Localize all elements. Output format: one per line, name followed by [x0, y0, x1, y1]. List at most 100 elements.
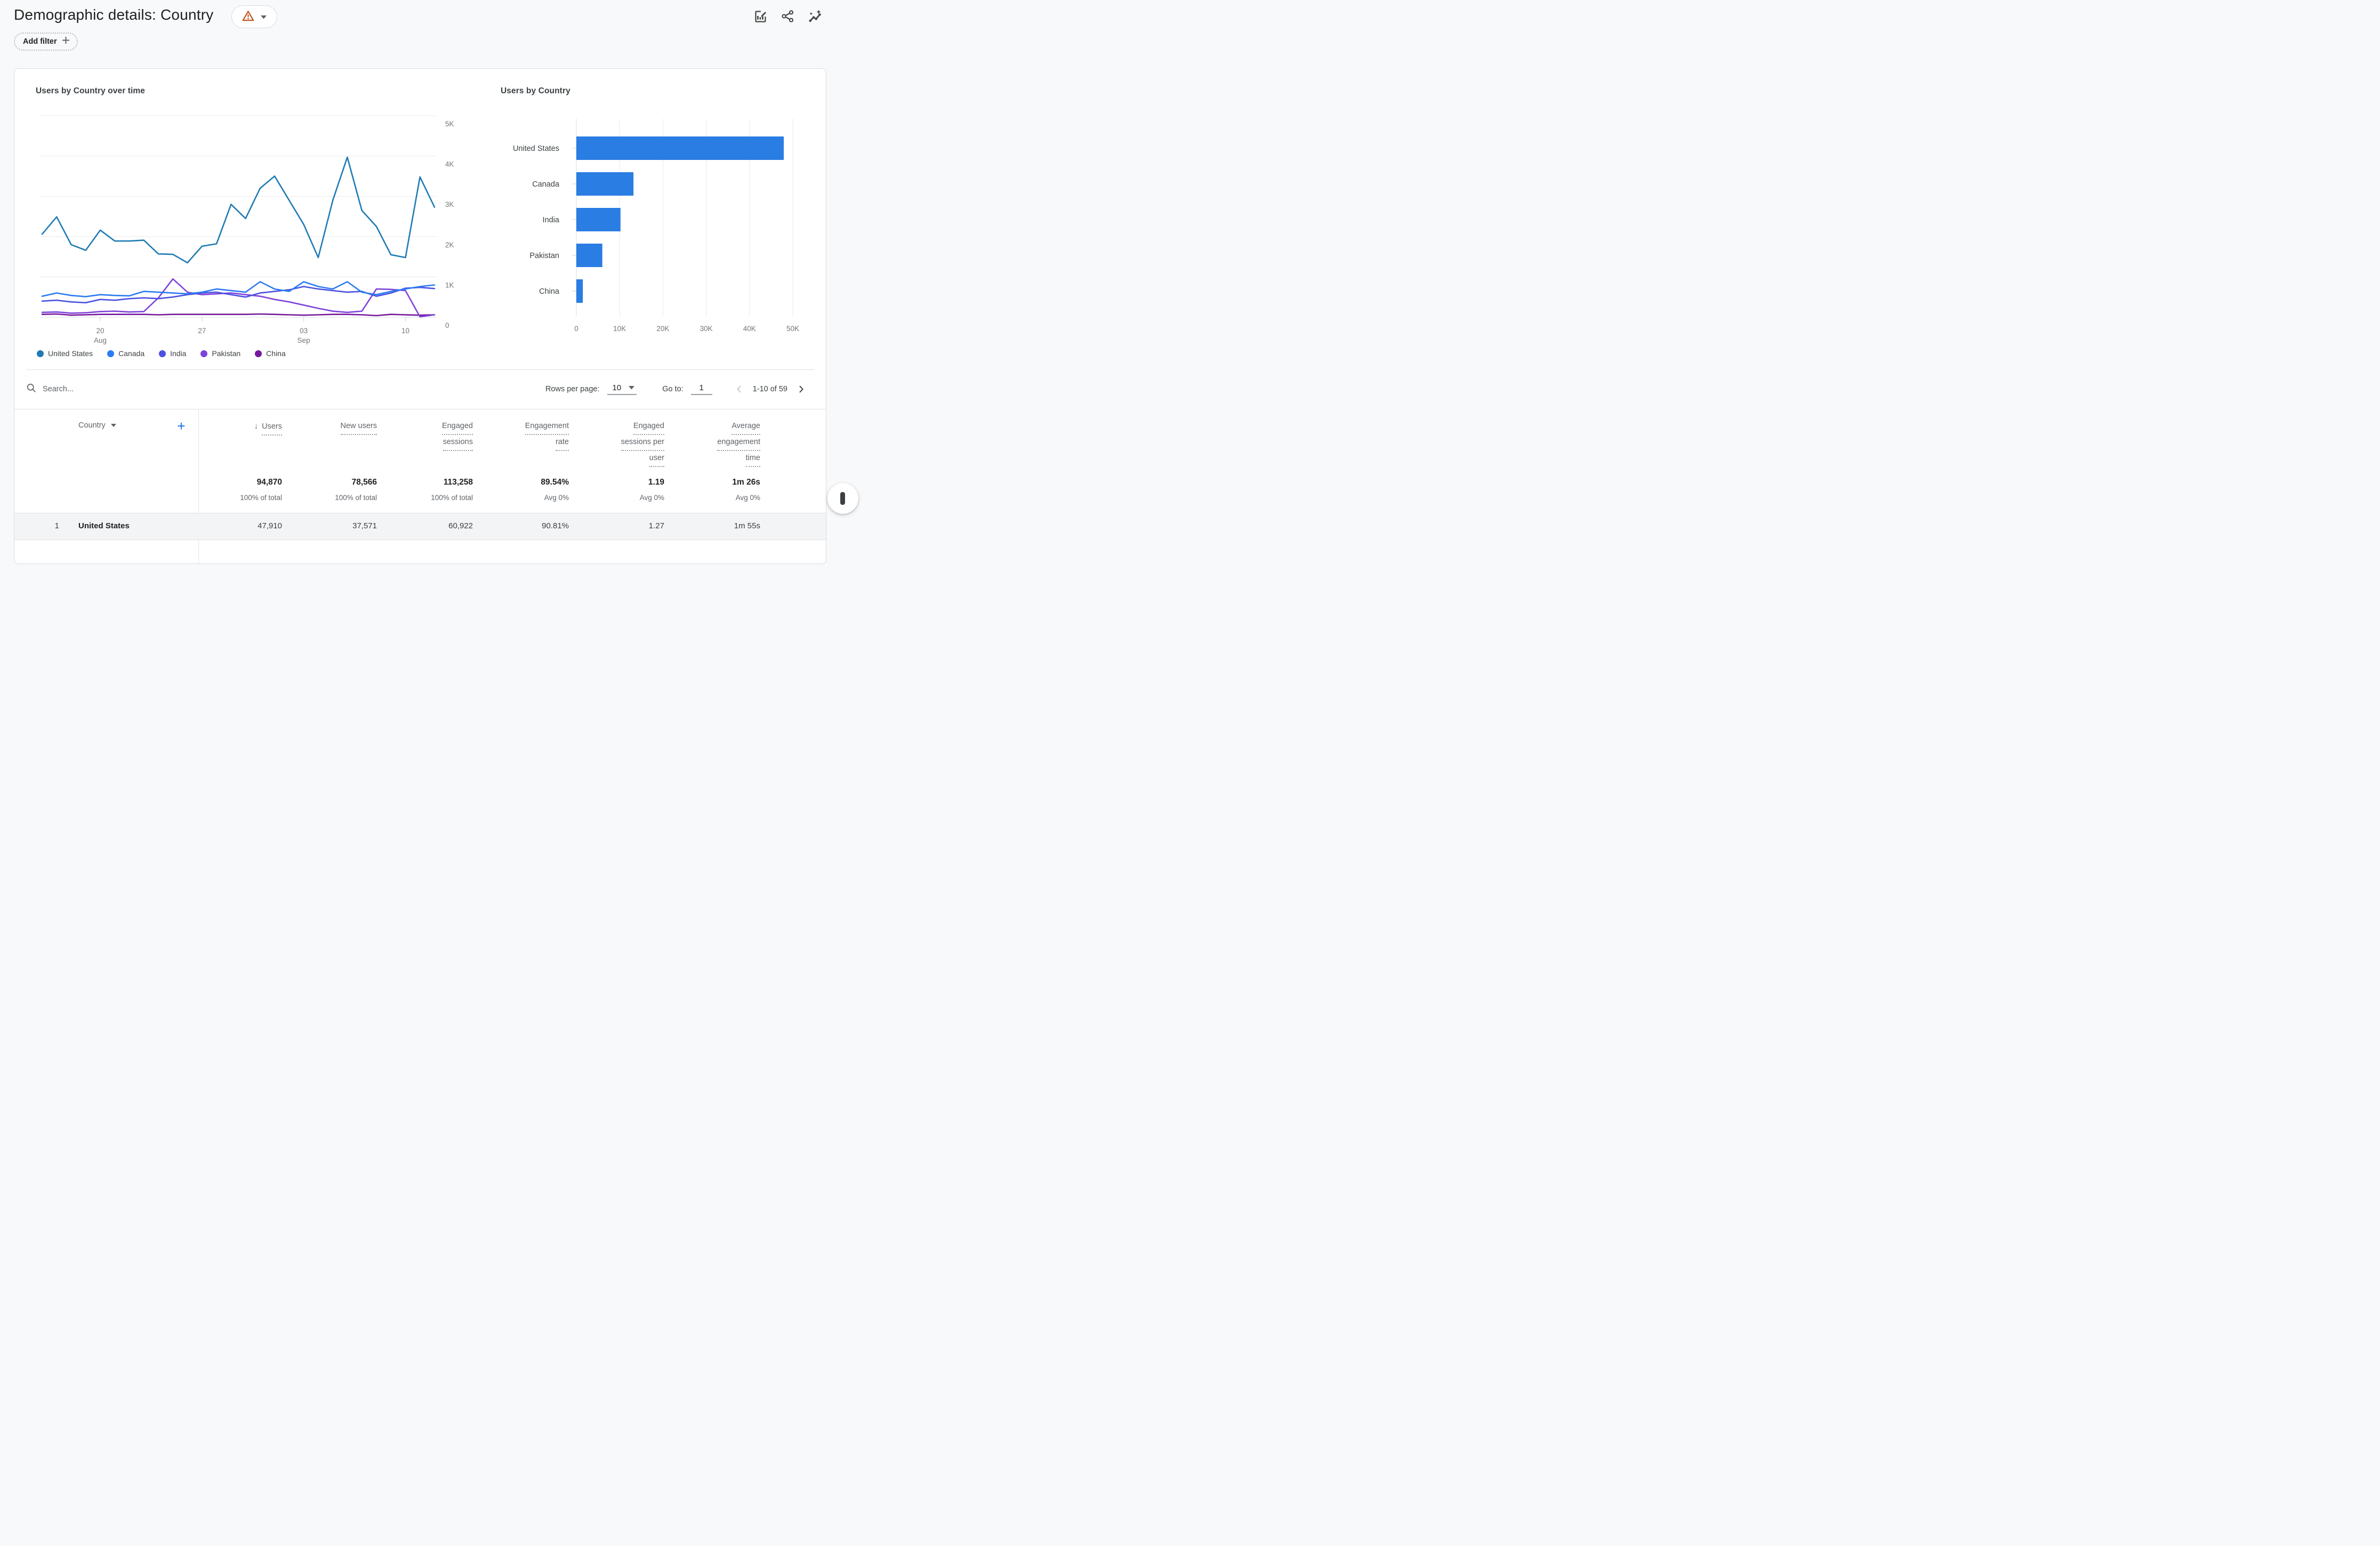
column-header-line: Engagement	[525, 419, 569, 435]
totals-value: 1.19	[574, 478, 664, 487]
svg-text:40K: 40K	[743, 325, 756, 333]
totals-value: 94,870	[191, 478, 282, 487]
totals-subtext: 100% of total	[286, 494, 377, 502]
row-metric-value: 60,922	[382, 521, 473, 530]
svg-text:China: China	[539, 287, 560, 296]
column-header-new-users[interactable]: New users	[286, 419, 377, 435]
column-header-line: engagement	[717, 435, 760, 451]
legend-item: China	[255, 349, 286, 358]
chevron-down-icon	[261, 12, 267, 22]
bar-india	[576, 208, 621, 231]
column-header-line: sessions per	[621, 435, 664, 451]
rows-per-page-select[interactable]: 10	[607, 383, 637, 395]
dimension-header-country[interactable]: Country	[78, 421, 116, 430]
svg-text:0: 0	[574, 325, 578, 333]
row-metric-value: 1.27	[574, 521, 664, 530]
column-header-line: rate	[556, 435, 569, 451]
totals-value: 113,258	[382, 478, 473, 487]
svg-text:4K: 4K	[445, 160, 454, 168]
svg-text:20K: 20K	[656, 325, 669, 333]
insights-fab[interactable]	[827, 483, 858, 514]
totals-value: 78,566	[286, 478, 377, 487]
totals-subtext: 100% of total	[382, 494, 473, 502]
column-header-line: time	[746, 451, 760, 467]
chevron-down-icon	[629, 386, 634, 390]
legend-label: China	[266, 349, 286, 358]
plus-icon	[62, 36, 70, 47]
customize-report-icon[interactable]	[753, 9, 768, 23]
column-header-engagement-rate[interactable]: Engagementrate	[478, 419, 569, 451]
legend-label: Canada	[118, 349, 144, 358]
column-header-line: Average	[731, 419, 760, 435]
rows-per-page-label: Rows per page:	[545, 385, 600, 393]
line-series-pakistan	[42, 279, 435, 317]
report-warning-dropdown[interactable]	[231, 5, 277, 28]
share-icon[interactable]	[780, 9, 795, 23]
add-filter-label: Add filter	[23, 37, 57, 46]
bar-pakistan	[576, 244, 602, 267]
legend-dot-icon	[159, 350, 166, 357]
legend-item: United States	[37, 349, 93, 358]
dimension-header-label: Country	[78, 421, 106, 430]
goto-page-input[interactable]	[691, 383, 712, 395]
svg-text:5K: 5K	[445, 120, 454, 128]
column-header-average-engagement-time[interactable]: Averageengagementtime	[670, 419, 760, 467]
svg-text:27: 27	[198, 327, 206, 335]
totals-subtext: Avg 0%	[670, 494, 760, 502]
pagination-controls: Rows per page: 10 Go to: 1-10 of 59	[545, 369, 807, 409]
next-page-icon[interactable]	[795, 383, 807, 395]
column-header-engaged-sessions[interactable]: Engagedsessions	[382, 419, 473, 451]
totals-value: 89.54%	[478, 478, 569, 487]
report-toolbar	[753, 9, 822, 23]
page-title: Demographic details: Country	[14, 6, 213, 23]
totals-value: 1m 26s	[670, 478, 760, 487]
search-input[interactable]	[43, 385, 203, 393]
column-header-line: Users	[262, 420, 282, 436]
svg-text:3K: 3K	[445, 200, 454, 208]
svg-text:10: 10	[401, 327, 409, 335]
search-icon	[26, 383, 36, 396]
legend-label: United States	[48, 349, 93, 358]
bar-canada	[576, 172, 633, 196]
bar-united-states	[576, 136, 784, 160]
add-column-button[interactable]: +	[172, 417, 190, 435]
table-controls-row: Rows per page: 10 Go to: 1-10 of 59	[14, 369, 826, 409]
column-header-line: Engaged	[442, 419, 473, 435]
svg-text:Sep: Sep	[298, 336, 310, 344]
row-metric-value: 47,910	[191, 521, 282, 530]
column-header-users[interactable]: ↓Users	[191, 419, 282, 436]
insights-fab-glyph	[840, 492, 845, 505]
legend-dot-icon	[37, 350, 44, 357]
bar-chart-title: Users by Country	[501, 86, 570, 96]
legend-item: India	[159, 349, 186, 358]
svg-text:30K: 30K	[700, 325, 713, 333]
svg-text:1K: 1K	[445, 281, 454, 289]
pagination-range: 1-10 of 59	[753, 385, 787, 393]
column-header-line: sessions	[443, 435, 473, 451]
users-over-time-line-chart[interactable]: 01K2K3K4K5K20Aug2703Sep10	[40, 108, 472, 346]
column-header-engaged-sessions-per-user[interactable]: Engagedsessions peruser	[574, 419, 664, 467]
svg-text:India: India	[543, 216, 560, 224]
chevron-down-icon	[111, 424, 116, 427]
legend-item: Canada	[107, 349, 144, 358]
previous-page-icon[interactable]	[734, 383, 745, 395]
line-chart-legend: United StatesCanadaIndiaPakistanChina	[37, 349, 286, 358]
row-metric-value: 37,571	[286, 521, 377, 530]
column-header-line: user	[649, 451, 664, 467]
column-header-line: Engaged	[633, 419, 664, 435]
sort-descending-icon: ↓	[254, 422, 259, 431]
add-filter-button[interactable]: Add filter	[14, 33, 78, 51]
row-rank: 1	[38, 521, 59, 530]
report-card: Users by Country over time 01K2K3K4K5K20…	[14, 68, 826, 564]
report-table: Rows per page: 10 Go to: 1-10 of 59	[14, 369, 826, 563]
svg-text:0: 0	[445, 321, 449, 329]
legend-dot-icon	[255, 350, 262, 357]
goto-label: Go to:	[662, 385, 684, 393]
insights-icon[interactable]	[807, 9, 822, 23]
legend-dot-icon	[200, 350, 207, 357]
row-metric-value: 1m 55s	[670, 521, 760, 530]
users-by-country-bar-chart[interactable]: 010K20K30K40K50KUnited StatesCanadaIndia…	[484, 115, 809, 344]
row-metric-value: 90.81%	[478, 521, 569, 530]
table-row: 1United States47,91037,57160,92290.81%1.…	[14, 513, 826, 540]
table-search[interactable]	[26, 369, 203, 409]
